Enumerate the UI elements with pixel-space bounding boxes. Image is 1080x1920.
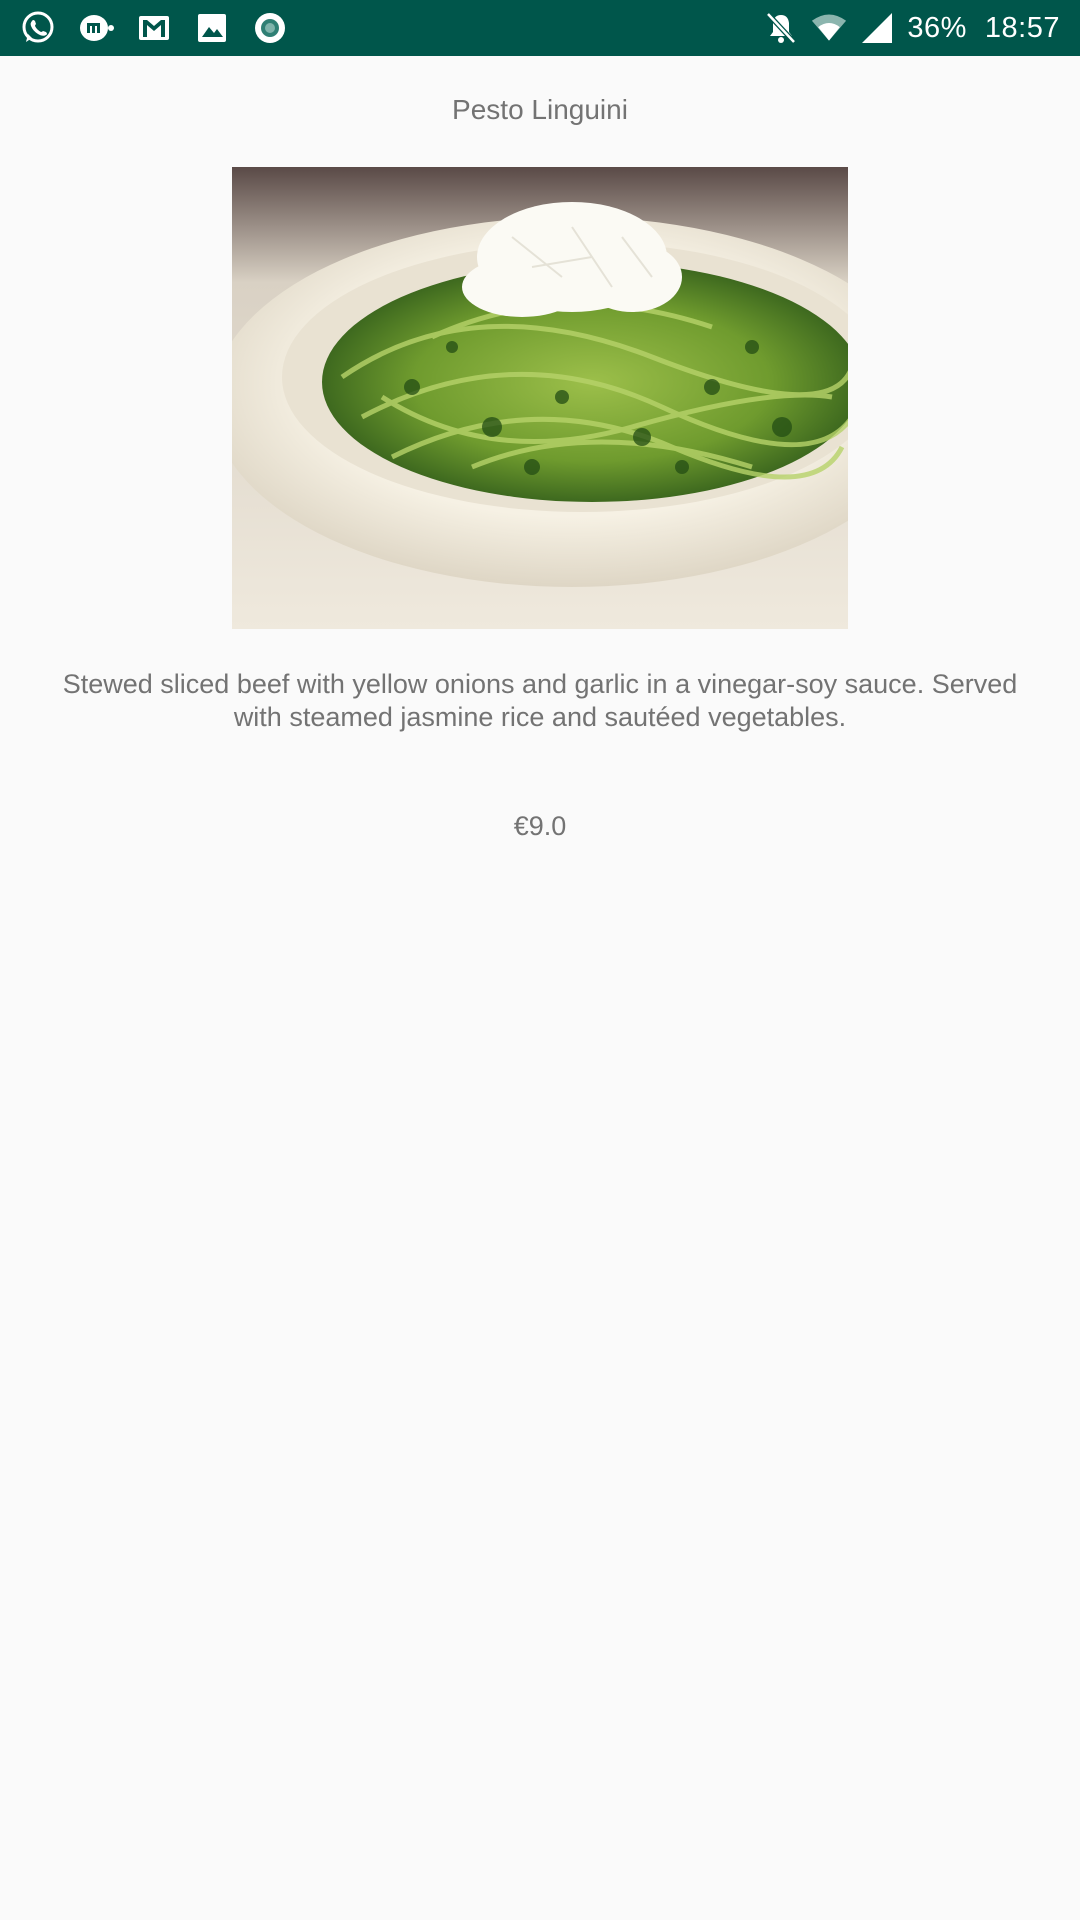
status-bar: 36% 18:57 <box>0 0 1080 56</box>
gallery-icon <box>194 10 230 46</box>
gmail-icon <box>136 10 172 46</box>
dish-title: Pesto Linguini <box>452 94 628 125</box>
dish-detail-screen: Pesto Linguini Stewed sliced beef with y… <box>0 56 1080 1920</box>
cell-signal-icon <box>859 10 895 46</box>
whatsapp-icon <box>20 10 56 46</box>
messenger-app-icon <box>78 10 114 46</box>
notifications-off-icon <box>763 10 799 46</box>
dish-price: €9.0 <box>513 811 567 841</box>
notification-icons <box>20 10 288 46</box>
dish-description: Stewed sliced beef with yellow onions an… <box>62 669 1018 732</box>
battery-percentage: 36% <box>907 11 967 44</box>
clock: 18:57 <box>984 11 1060 44</box>
system-status: 36% 18:57 <box>763 10 1060 46</box>
record-icon <box>252 10 288 46</box>
wifi-icon <box>811 10 847 46</box>
dish-image <box>232 167 848 629</box>
